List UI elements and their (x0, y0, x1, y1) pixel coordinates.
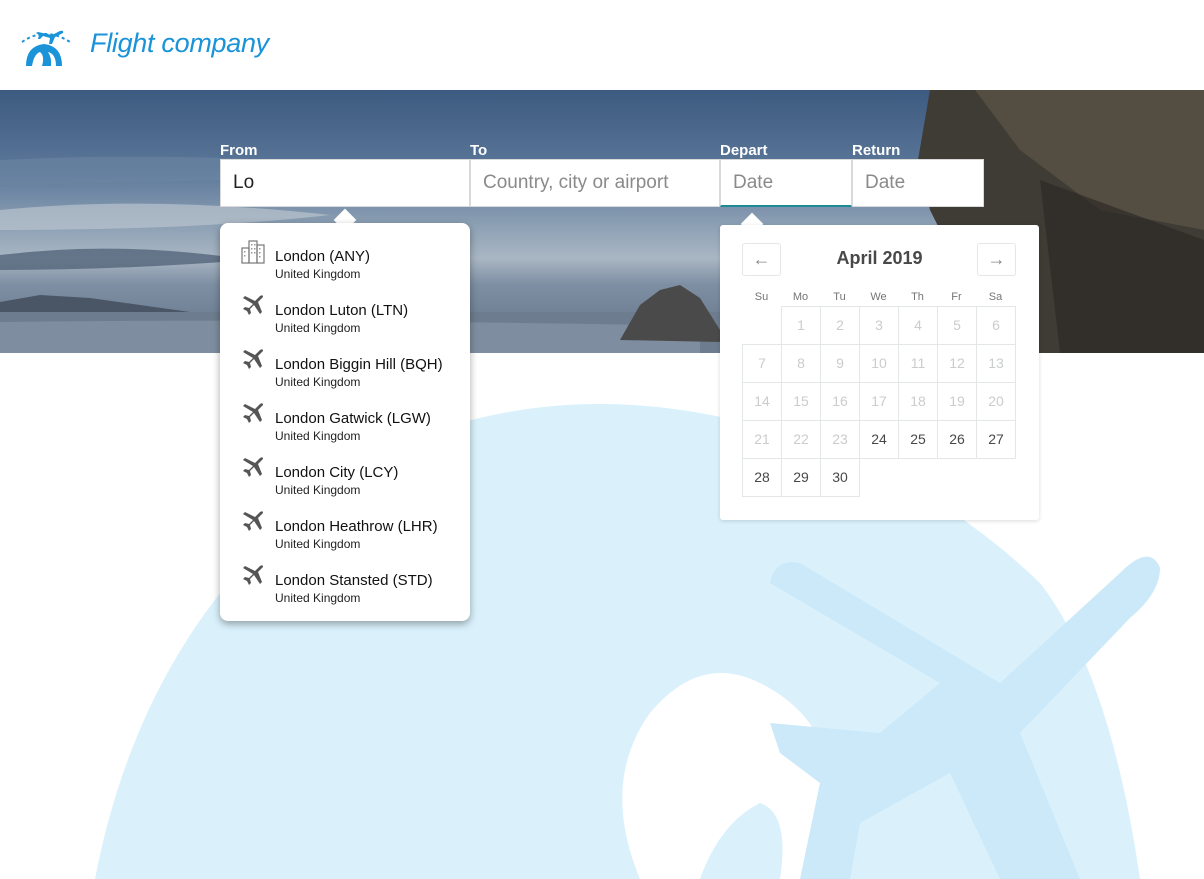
suggestion-name: London Luton (LTN) (275, 302, 409, 319)
suggestion-item[interactable]: London (ANY) United Kingdom (220, 223, 470, 281)
depart-date-input[interactable]: Date (720, 159, 852, 207)
airplane-icon (240, 562, 266, 588)
calendar-day-disabled: 1 (781, 306, 821, 345)
depart-label: Depart (720, 142, 768, 159)
calendar-day-disabled: 22 (781, 420, 821, 459)
from-label: From (220, 142, 258, 159)
weekday-header: Fr (951, 291, 962, 303)
calendar-day-disabled: 5 (937, 306, 977, 345)
city-icon (240, 238, 266, 264)
from-input-value: Lo (233, 172, 255, 193)
plane-globe-icon[interactable] (18, 22, 72, 68)
suggestion-name: London City (LCY) (275, 464, 399, 481)
brand-name[interactable]: Flight company (90, 28, 269, 59)
calendar-day-disabled: 20 (976, 382, 1016, 421)
calendar-day-disabled: 7 (742, 344, 782, 383)
weekday-header: Th (911, 291, 924, 303)
calendar-day-disabled: 6 (976, 306, 1016, 345)
suggestion-country: United Kingdom (275, 591, 361, 605)
arrow-right-icon: → (987, 249, 1006, 269)
calendar-day[interactable]: 27 (976, 420, 1016, 459)
calendar-day[interactable]: 30 (820, 458, 860, 497)
page: Flight company From To Depart Return Lo … (0, 0, 1204, 879)
to-input-placeholder: Country, city or airport (483, 172, 669, 193)
from-input[interactable]: Lo (220, 159, 470, 207)
suggestion-item[interactable]: London Heathrow (LHR) United Kingdom (220, 493, 470, 551)
return-label: Return (852, 142, 901, 159)
calendar-day[interactable]: 28 (742, 458, 782, 497)
suggestion-item[interactable]: London Biggin Hill (BQH) United Kingdom (220, 331, 470, 389)
calendar-day-disabled: 8 (781, 344, 821, 383)
suggestion-item[interactable]: London Gatwick (LGW) United Kingdom (220, 385, 470, 443)
calendar-day-disabled: 23 (820, 420, 860, 459)
suggestion-item[interactable]: London Stansted (STD) United Kingdom (220, 547, 470, 605)
suggestion-name: London Heathrow (LHR) (275, 518, 438, 535)
calendar-day-disabled: 9 (820, 344, 860, 383)
calendar-day-disabled: 16 (820, 382, 860, 421)
weekday-header: Sa (988, 291, 1003, 303)
return-date-placeholder: Date (865, 172, 906, 193)
calendar-day-disabled: 14 (742, 382, 782, 421)
weekday-header: Su (754, 291, 769, 303)
location-suggestions: London (ANY) United Kingdom London Luton (… (220, 223, 470, 621)
header: Flight company (0, 0, 1204, 90)
calendar-day-disabled: 19 (937, 382, 977, 421)
next-month-button[interactable]: → (977, 243, 1016, 276)
weekday-header: Tu (833, 291, 846, 303)
airplane-icon (240, 454, 266, 480)
suggestion-name: London Stansted (STD) (275, 572, 433, 589)
to-input[interactable]: Country, city or airport (470, 159, 720, 207)
airplane-icon (240, 292, 266, 318)
calendar-day-disabled: 11 (898, 344, 938, 383)
suggestion-item[interactable]: London City (LCY) United Kingdom (220, 439, 470, 497)
suggestion-name: London (ANY) (275, 248, 371, 265)
suggestion-name: London Biggin Hill (BQH) (275, 356, 443, 373)
airplane-icon (240, 508, 266, 534)
weekday-header: Mo (792, 291, 809, 303)
suggestion-item[interactable]: London Luton (LTN) United Kingdom (220, 277, 470, 335)
weekday-header: We (870, 291, 887, 303)
to-label: To (470, 142, 488, 159)
calendar-day[interactable]: 24 (859, 420, 899, 459)
return-date-input[interactable]: Date (852, 159, 984, 207)
suggestion-name: London Gatwick (LGW) (275, 410, 431, 427)
calendar-day[interactable]: 29 (781, 458, 821, 497)
airplane-icon (240, 400, 266, 426)
calendar-day-disabled: 17 (859, 382, 899, 421)
calendar-grid: 1 2 3 4 5 6 7 8 9 10 11 12 13 14 15 16 17 18 19 20 21 22 23 24 2… (742, 306, 1016, 497)
calendar-day-disabled: 10 (859, 344, 899, 383)
calendar-day-disabled: 13 (976, 344, 1016, 383)
calendar-day-disabled: 4 (898, 306, 938, 345)
calendar-day-disabled: 2 (820, 306, 860, 345)
calendar-day-disabled: 18 (898, 382, 938, 421)
calendar-day-disabled: 12 (937, 344, 977, 383)
calendar-day[interactable]: 25 (898, 420, 938, 459)
depart-date-placeholder: Date (733, 172, 774, 193)
calendar-day-disabled: 21 (742, 420, 782, 459)
airplane-icon (240, 346, 266, 372)
calendar-day-disabled: 3 (859, 306, 899, 345)
date-picker: ← April 2019 → Su Mo Tu We Th Fr Sa 1234567891… (720, 225, 1039, 520)
calendar-day-disabled: 15 (781, 382, 821, 421)
calendar-day[interactable]: 26 (937, 420, 977, 459)
